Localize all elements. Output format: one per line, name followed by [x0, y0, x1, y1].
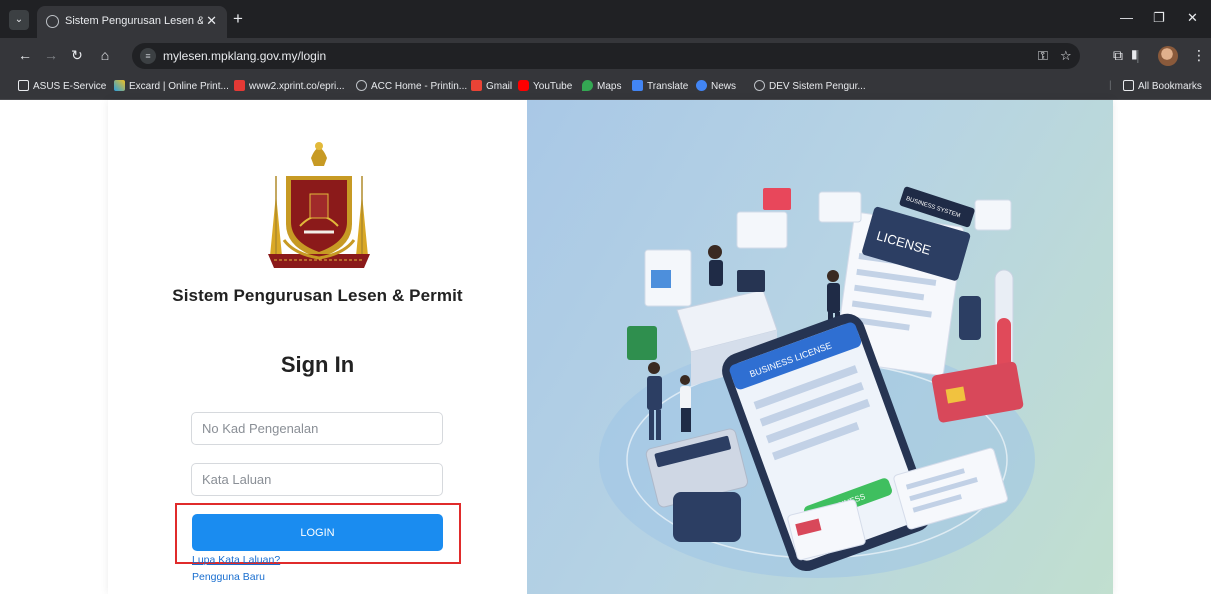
login-panel: Sistem Pengurusan Lesen & Permit Sign In…	[108, 100, 527, 594]
all-bookmarks-button[interactable]: All Bookmarks	[1123, 80, 1202, 92]
council-crest-logo	[268, 142, 370, 268]
forward-icon[interactable]: →	[42, 47, 60, 63]
back-icon[interactable]: ←	[16, 47, 34, 63]
site-info-icon[interactable]: ≡	[140, 48, 156, 64]
bookmark-excard[interactable]: Excard | Online Print...	[114, 80, 229, 92]
browser-toolbar: ← → ↻ ⌂ ≡ mylesen.mpklang.gov.my/login ⚿…	[0, 38, 1211, 74]
password-key-icon[interactable]: ⚿	[1038, 48, 1048, 64]
tab-search-chevron-icon[interactable]: ⌄	[9, 10, 29, 30]
bookmark-acc[interactable]: ACC Home - Printin...	[356, 80, 467, 92]
login-card: Sistem Pengurusan Lesen & Permit Sign In…	[108, 100, 1113, 594]
tab-title: Sistem Pengurusan Lesen & Per	[65, 15, 203, 27]
globe-icon	[754, 80, 765, 91]
xprint-icon	[234, 80, 245, 91]
browser-tab-active[interactable]: Sistem Pengurusan Lesen & Per ✕	[37, 6, 227, 38]
browser-tab-strip: ⌄ Sistem Pengurusan Lesen & Per ✕ + — ❐ …	[0, 0, 1211, 38]
url-text[interactable]: mylesen.mpklang.gov.my/login	[163, 49, 326, 63]
profile-avatar[interactable]	[1158, 46, 1178, 66]
side-panel-icon[interactable]: ▮	[1131, 47, 1138, 61]
bookmark-asus[interactable]: ASUS E-Service	[18, 80, 106, 92]
bookmark-translate[interactable]: Translate	[632, 80, 688, 92]
window-close-icon[interactable]: ✕	[1187, 10, 1198, 26]
bookmark-gmail[interactable]: Gmail	[471, 80, 512, 92]
bookmark-star-icon[interactable]: ☆	[1060, 48, 1072, 64]
new-tab-button[interactable]: +	[233, 9, 243, 29]
bookmark-xprint[interactable]: www2.xprint.co/epri...	[234, 80, 345, 92]
maps-icon	[582, 80, 593, 91]
reload-icon[interactable]: ↻	[68, 47, 86, 64]
tab-close-icon[interactable]: ✕	[206, 13, 217, 29]
page-viewport: Sistem Pengurusan Lesen & Permit Sign In…	[8, 100, 1211, 594]
system-title: Sistem Pengurusan Lesen & Permit	[172, 286, 463, 305]
bookmark-dev-sistem[interactable]: DEV Sistem Pengur...	[754, 80, 866, 92]
folder-icon	[1123, 80, 1134, 91]
folder-icon	[18, 80, 29, 91]
bookmark-news[interactable]: News	[696, 80, 736, 92]
minimize-icon[interactable]: —	[1120, 10, 1133, 25]
new-user-link[interactable]: Pengguna Baru	[192, 571, 265, 583]
illustration-panel: LICENSE BUSINESS SYSTEM BUSINESS LICENSE	[527, 100, 1113, 594]
translate-icon	[632, 80, 643, 91]
youtube-icon	[518, 80, 529, 91]
news-icon	[696, 80, 707, 91]
menu-kebab-icon[interactable]: ⋮	[1192, 47, 1206, 64]
ic-number-input[interactable]	[191, 412, 443, 445]
bookmark-youtube[interactable]: YouTube	[518, 80, 572, 92]
password-input[interactable]	[191, 463, 443, 496]
extensions-icon[interactable]: ⧉	[1113, 47, 1123, 64]
gmail-icon	[471, 80, 482, 91]
globe-icon	[46, 15, 59, 28]
home-icon[interactable]: ⌂	[96, 47, 114, 63]
sign-in-heading: Sign In	[280, 352, 355, 377]
bookmarks-bar: ASUS E-Service Excard | Online Print... …	[0, 74, 1211, 100]
bookmarks-divider: |	[1109, 80, 1112, 91]
forgot-password-link[interactable]: Lupa Kata Laluan?	[192, 554, 280, 566]
business-license-illustration: LICENSE BUSINESS SYSTEM BUSINESS LICENSE	[599, 186, 1035, 578]
login-button[interactable]: LOGIN	[192, 514, 443, 551]
bookmark-maps[interactable]: Maps	[582, 80, 621, 92]
restore-icon[interactable]: ❐	[1153, 10, 1165, 26]
globe-icon	[356, 80, 367, 91]
excard-icon	[114, 80, 125, 91]
address-bar[interactable]: ≡ mylesen.mpklang.gov.my/login ⚿ ☆	[132, 43, 1080, 69]
